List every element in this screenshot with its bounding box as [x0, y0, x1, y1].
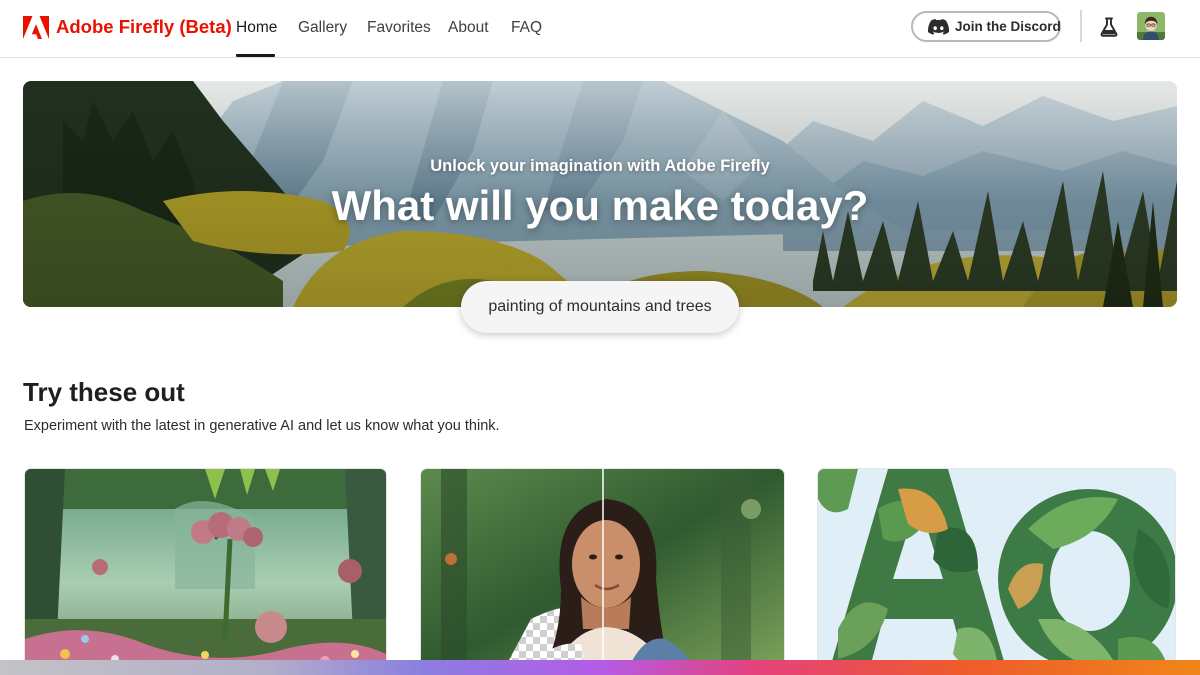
hero-banner: Unlock your imagination with Adobe Firef… [23, 81, 1177, 307]
section-description: Experiment with the latest in generative… [24, 418, 500, 434]
active-tab-indicator [236, 54, 275, 57]
join-discord-button[interactable]: Join the Discord [911, 11, 1061, 42]
gradient-bottom-strip [0, 660, 1200, 675]
tab-favorites[interactable]: Favorites [367, 19, 431, 41]
tab-gallery[interactable]: Gallery [298, 19, 347, 41]
leaf-letters-image [818, 469, 1175, 675]
hero-subtitle: Unlock your imagination with Adobe Firef… [430, 157, 770, 175]
card-fantasy-garden[interactable] [25, 469, 386, 675]
brand-name: Adobe Firefly (Beta) [56, 16, 232, 37]
discord-icon [928, 18, 949, 35]
section-title: Try these out [23, 377, 185, 407]
user-avatar[interactable] [1137, 12, 1165, 40]
prompt-suggestion-pill[interactable]: painting of mountains and trees [461, 281, 739, 333]
nav-divider [1080, 10, 1082, 42]
brand-link[interactable]: Adobe Firefly (Beta) [23, 15, 232, 39]
tab-faq[interactable]: FAQ [511, 19, 542, 41]
adobe-logo-icon [23, 15, 49, 39]
tab-home[interactable]: Home [236, 19, 277, 41]
portrait-background-removal-image [421, 469, 784, 675]
fantasy-garden-image [25, 469, 386, 675]
top-navigation-bar: Adobe Firefly (Beta) Home Gallery Favori… [0, 0, 1200, 58]
hero-title: What will you make today? [331, 182, 869, 229]
tab-about[interactable]: About [448, 19, 489, 41]
join-discord-label: Join the Discord [955, 19, 1061, 34]
card-leaf-letters[interactable] [818, 469, 1175, 675]
flask-icon[interactable] [1100, 17, 1118, 37]
card-portrait-background-removal[interactable] [421, 469, 784, 675]
